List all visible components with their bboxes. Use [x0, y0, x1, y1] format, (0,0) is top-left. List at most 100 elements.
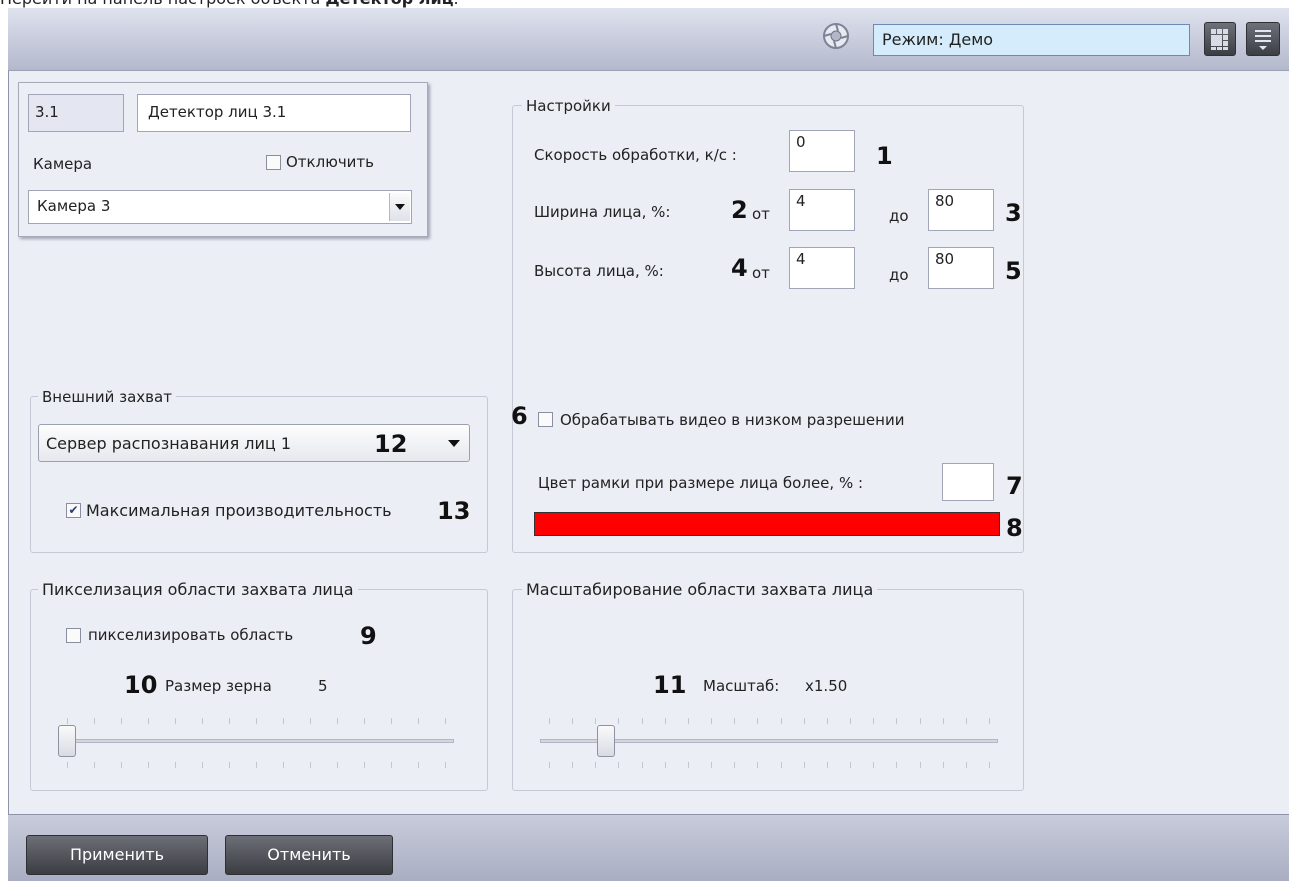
slider-tick: [418, 718, 419, 724]
slider-tick: [850, 762, 851, 768]
grain-size-slider[interactable]: [58, 712, 454, 770]
slider-tick: [618, 762, 619, 768]
triangle-down-icon[interactable]: [444, 432, 464, 454]
slider-tick: [283, 762, 284, 768]
slider-tick: [445, 718, 446, 724]
slider-tick: [850, 718, 851, 724]
slider-tick: [989, 762, 990, 768]
top-toolbar: Режим: Демо: [8, 8, 1289, 71]
pixelize-label: пикселизировать область: [88, 626, 294, 644]
slider-tick: [665, 718, 666, 724]
slider-tick: [572, 762, 573, 768]
callout-4: 4: [731, 254, 748, 282]
menu-icon[interactable]: [1246, 22, 1280, 56]
slider-tick: [734, 718, 735, 724]
callout-8: 8: [1006, 514, 1023, 542]
slider-tick: [175, 762, 176, 768]
height-from-label: от: [752, 264, 770, 282]
camera-select[interactable]: Камера 3: [28, 190, 412, 224]
slider-tick: [391, 718, 392, 724]
slider-tick: [966, 762, 967, 768]
slider-tick: [148, 762, 149, 768]
slider-tick: [804, 762, 805, 768]
server-select-value: Сервер распознавания лиц 1: [46, 434, 292, 453]
object-name-field[interactable]: Детектор лиц 3.1: [137, 94, 411, 132]
slider-tick: [757, 762, 758, 768]
pixelize-checkbox[interactable]: [66, 628, 81, 643]
slider-tick: [873, 762, 874, 768]
callout-2: 2: [731, 196, 748, 224]
slider-tick: [549, 718, 550, 724]
slider-tick: [67, 762, 68, 768]
callout-7: 7: [1006, 472, 1023, 500]
slider-tick: [688, 718, 689, 724]
width-to-field[interactable]: 80: [928, 189, 994, 231]
scale-title: Масштабирование области захвата лица: [522, 580, 878, 599]
face-width-label: Ширина лица, %:: [534, 203, 671, 221]
bottom-bar: Применить Отменить: [8, 814, 1289, 881]
callout-9: 9: [360, 622, 377, 650]
callout-5: 5: [1005, 257, 1022, 285]
pixelization-title: Пикселизация области захвата лица: [38, 580, 358, 599]
triangle-down-icon: [395, 204, 405, 210]
height-to-label: до: [889, 266, 909, 284]
slider-tick: [618, 718, 619, 724]
slider-tick: [94, 718, 95, 724]
scale-value: x1.50: [805, 677, 848, 695]
grain-size-label: Размер зерна: [165, 677, 272, 695]
frame-color-bar[interactable]: [534, 512, 1000, 536]
slider-tick: [989, 718, 990, 724]
slider-tick: [202, 718, 203, 724]
object-id-field[interactable]: 3.1: [28, 94, 124, 132]
grid-layout-icon[interactable]: [1204, 22, 1236, 56]
height-from-field[interactable]: 4: [789, 247, 855, 289]
slider-tick: [711, 718, 712, 724]
slider-tick: [67, 718, 68, 724]
width-from-label: от: [752, 205, 770, 223]
apply-button[interactable]: Применить: [26, 835, 208, 875]
slider-tick: [202, 762, 203, 768]
slider-tick: [642, 718, 643, 724]
callout-6: 6: [511, 402, 528, 430]
slider-tick: [283, 718, 284, 724]
slider-tick: [781, 718, 782, 724]
maxperf-checkbox[interactable]: ✔: [66, 503, 81, 518]
external-capture-group: [30, 396, 488, 553]
slider-tick: [827, 718, 828, 724]
slider-tick: [364, 718, 365, 724]
slider-tick: [734, 762, 735, 768]
slider-tick: [148, 718, 149, 724]
frame-color-field[interactable]: [942, 463, 994, 501]
maxperf-label: Максимальная производительность: [86, 501, 392, 520]
slider-tick: [364, 762, 365, 768]
grain-size-slider-track: [58, 739, 454, 743]
scale-slider-thumb[interactable]: [597, 725, 615, 757]
slider-tick: [445, 762, 446, 768]
camera-lens-icon[interactable]: [822, 22, 850, 50]
lowres-checkbox[interactable]: [538, 412, 553, 427]
speed-field[interactable]: 0: [789, 130, 855, 172]
slider-tick: [175, 718, 176, 724]
width-to-label: до: [889, 207, 909, 225]
slider-tick: [310, 762, 311, 768]
disable-label: Отключить: [286, 153, 375, 171]
height-to-field[interactable]: 80: [928, 247, 994, 289]
slider-tick: [688, 762, 689, 768]
disable-checkbox[interactable]: [266, 155, 281, 170]
mode-field[interactable]: Режим: Демо: [873, 24, 1190, 56]
width-from-field[interactable]: 4: [789, 189, 855, 231]
cancel-button[interactable]: Отменить: [225, 835, 393, 875]
slider-tick: [966, 718, 967, 724]
caption-text: Перейти на панель настроек объекта Детек…: [0, 0, 459, 8]
camera-select-dropdown-button[interactable]: [389, 193, 410, 221]
scale-slider[interactable]: [540, 712, 998, 770]
callout-12: 12: [374, 430, 408, 458]
slider-tick: [572, 718, 573, 724]
grain-size-slider-thumb[interactable]: [58, 725, 76, 757]
callout-3: 3: [1005, 199, 1022, 227]
slider-tick: [665, 762, 666, 768]
frame-color-label: Цвет рамки при размере лица более, % :: [538, 474, 864, 492]
callout-1: 1: [876, 142, 893, 170]
slider-tick: [920, 718, 921, 724]
slider-tick: [337, 718, 338, 724]
